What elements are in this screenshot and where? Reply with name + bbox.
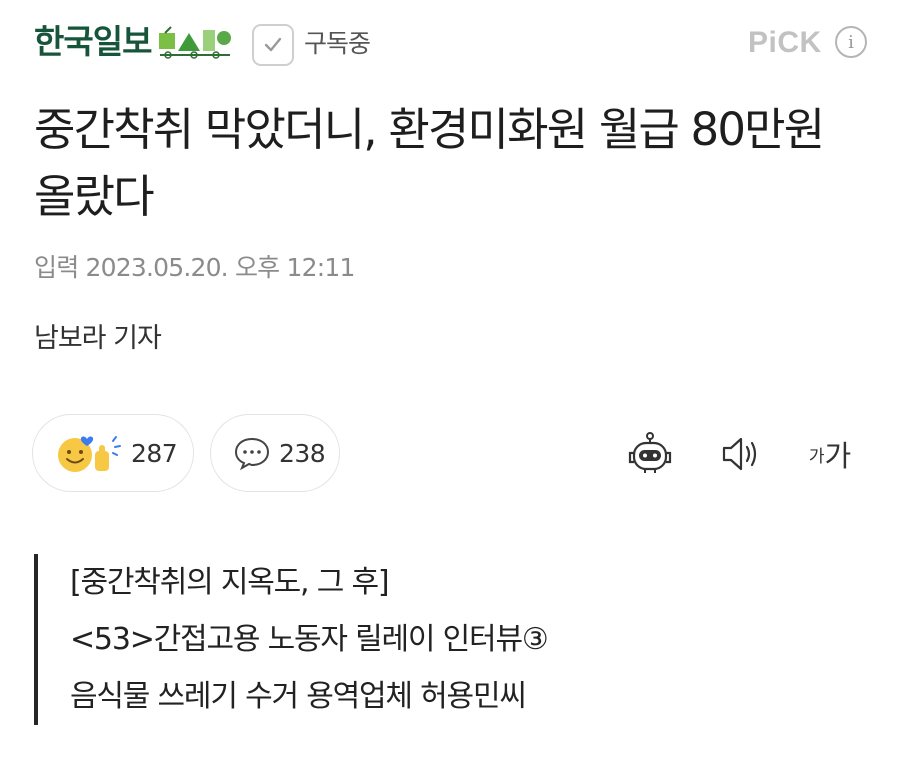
comment-bubble-icon — [234, 437, 270, 471]
press-logo-illustration-icon — [159, 26, 231, 59]
article-title: 중간착취 막았더니, 환경미화원 월급 80만원 올랐다 — [34, 103, 825, 223]
comment-count: 238 — [279, 438, 326, 468]
smile-reaction-icon — [58, 436, 121, 472]
quote-line: <53>간접고용 노동자 릴레이 인터뷰③ — [70, 622, 549, 657]
subscribe-check-button[interactable] — [252, 24, 294, 66]
press-logo[interactable]: 한국일보 — [34, 22, 152, 62]
article-subheading-quote: [중간착취의 지옥도, 그 후] <53>간접고용 노동자 릴레이 인터뷰③ 음… — [34, 554, 854, 725]
publish-date: 입력 2023.05.20. 오후 12:11 — [34, 253, 355, 282]
quote-line: 음식물 쓰레기 수거 용역업체 허용민씨 — [70, 679, 527, 714]
pick-badge: PiCK — [748, 26, 822, 59]
like-count: 287 — [131, 438, 178, 468]
subscribe-status-label[interactable]: 구독중 — [304, 28, 371, 60]
info-icon[interactable]: i — [835, 26, 867, 58]
speaker-icon — [722, 437, 757, 471]
check-icon — [264, 37, 282, 52]
font-size-large-glyph: 가 — [824, 439, 852, 473]
press-header: 한국일보 구독중 PiCK i — [0, 0, 900, 86]
read-aloud-button[interactable] — [714, 428, 766, 480]
summary-bot-button[interactable] — [624, 428, 676, 480]
font-size-button[interactable]: 가가 — [800, 428, 860, 480]
font-size-small-glyph: 가 — [808, 446, 825, 467]
quote-line: [중간착취의 지옥도, 그 후] — [70, 565, 390, 600]
reporter-name[interactable]: 남보라 기자 — [34, 322, 162, 356]
comment-button[interactable]: 238 — [210, 414, 340, 492]
reaction-button[interactable]: 287 — [32, 414, 194, 492]
summary-bot-icon — [628, 432, 672, 473]
